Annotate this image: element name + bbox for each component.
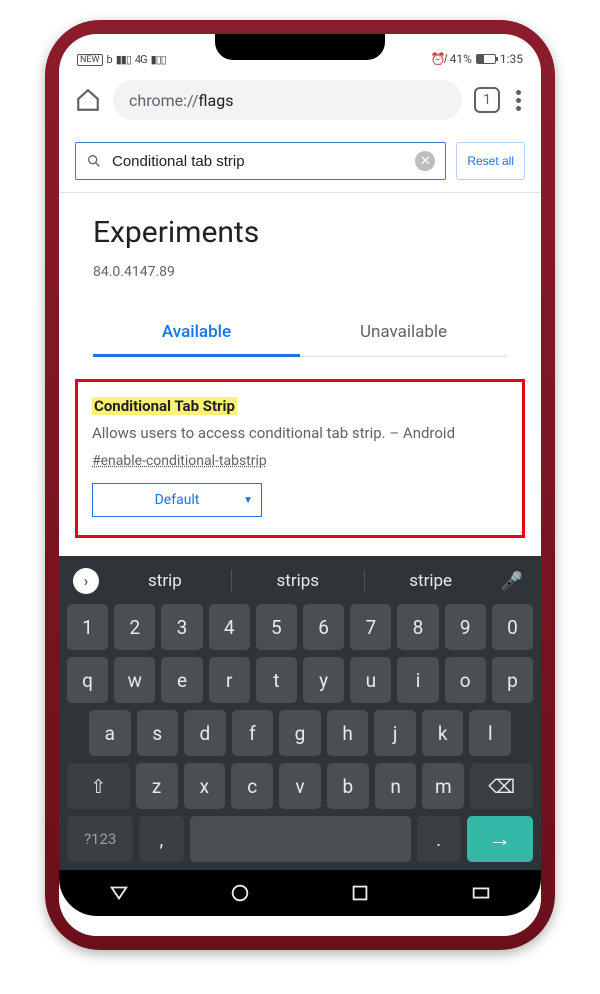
- key-h[interactable]: h: [327, 710, 369, 756]
- key-b[interactable]: b: [327, 763, 369, 809]
- nav-home-icon[interactable]: [229, 882, 251, 904]
- key-a[interactable]: a: [89, 710, 131, 756]
- kb-row-qwerty2: a s d f g h j k l: [65, 710, 535, 756]
- key-9[interactable]: 9: [445, 604, 486, 650]
- key-d[interactable]: d: [184, 710, 226, 756]
- kb-row-numbers: 1 2 3 4 5 6 7 8 9 0: [65, 604, 535, 650]
- overflow-menu-icon[interactable]: [512, 90, 525, 111]
- suggestion-1[interactable]: strip: [103, 571, 227, 591]
- flag-description: Allows users to access conditional tab s…: [92, 423, 508, 443]
- kb-row-qwerty3: ⇧ z x c v b n m ⌫: [65, 763, 535, 809]
- signal-icon-2: ▮▯▯: [151, 53, 166, 66]
- key-6[interactable]: 6: [303, 604, 344, 650]
- key-8[interactable]: 8: [397, 604, 438, 650]
- key-q[interactable]: q: [67, 657, 108, 703]
- key-f[interactable]: f: [232, 710, 274, 756]
- battery-percentage: 41%: [450, 52, 472, 66]
- expand-suggestions-icon[interactable]: ›: [73, 568, 99, 594]
- key-4[interactable]: 4: [209, 604, 250, 650]
- key-w[interactable]: w: [114, 657, 155, 703]
- url-path: flags: [198, 91, 233, 110]
- key-0[interactable]: 0: [492, 604, 533, 650]
- key-g[interactable]: g: [279, 710, 321, 756]
- nav-back-icon[interactable]: [108, 882, 130, 904]
- battery-icon: [476, 54, 496, 64]
- search-icon: [86, 153, 102, 169]
- key-3[interactable]: 3: [161, 604, 202, 650]
- carrier-badge: NEW: [77, 54, 103, 66]
- suggestion-3[interactable]: stripe: [369, 571, 493, 591]
- key-5[interactable]: 5: [256, 604, 297, 650]
- nav-recents-icon[interactable]: [349, 882, 371, 904]
- key-y[interactable]: y: [303, 657, 344, 703]
- key-u[interactable]: u: [350, 657, 391, 703]
- tab-unavailable[interactable]: Unavailable: [300, 310, 507, 356]
- android-navbar: [59, 870, 541, 916]
- network-type: 4G: [135, 53, 147, 66]
- key-p[interactable]: p: [492, 657, 533, 703]
- key-enter[interactable]: →: [467, 816, 533, 862]
- clear-search-icon[interactable]: ✕: [415, 151, 435, 171]
- key-m[interactable]: m: [422, 763, 464, 809]
- key-r[interactable]: r: [209, 657, 250, 703]
- key-2[interactable]: 2: [114, 604, 155, 650]
- key-x[interactable]: x: [184, 763, 226, 809]
- experiment-tabs: Available Unavailable: [93, 310, 507, 357]
- key-n[interactable]: n: [375, 763, 417, 809]
- page-title: Experiments: [93, 215, 507, 250]
- flags-search-input[interactable]: [110, 152, 407, 171]
- data-indicator: b: [107, 53, 112, 66]
- signal-icon: ▮▮▯: [116, 53, 131, 66]
- key-shift[interactable]: ⇧: [67, 763, 130, 809]
- home-icon[interactable]: [75, 87, 101, 113]
- kb-row-qwerty1: q w e r t y u i o p: [65, 657, 535, 703]
- flag-result-card: Conditional Tab Strip Allows users to ac…: [75, 379, 525, 538]
- tab-switcher[interactable]: 1: [474, 87, 500, 113]
- key-z[interactable]: z: [136, 763, 178, 809]
- key-t[interactable]: t: [256, 657, 297, 703]
- key-l[interactable]: l: [469, 710, 511, 756]
- tab-available[interactable]: Available: [93, 310, 300, 357]
- nav-keyboard-icon[interactable]: [470, 882, 492, 904]
- url-prefix: chrome://: [129, 91, 198, 110]
- key-s[interactable]: s: [137, 710, 179, 756]
- key-j[interactable]: j: [374, 710, 416, 756]
- flag-title: Conditional Tab Strip: [92, 397, 237, 415]
- key-c[interactable]: c: [231, 763, 273, 809]
- browser-toolbar: chrome://flags 1: [59, 68, 541, 128]
- flags-search-box[interactable]: ✕: [75, 142, 446, 180]
- address-bar[interactable]: chrome://flags: [113, 80, 462, 120]
- key-o[interactable]: o: [445, 657, 486, 703]
- kb-row-bottom: ?123 , . →: [65, 816, 535, 862]
- key-symbols[interactable]: ?123: [67, 816, 133, 862]
- key-period[interactable]: .: [417, 816, 461, 862]
- flag-id: #enable-conditional-tabstrip: [92, 453, 508, 469]
- soft-keyboard: › strip strips stripe 🎤 1 2 3 4 5 6: [59, 556, 541, 870]
- mic-icon[interactable]: 🎤: [497, 571, 527, 592]
- key-v[interactable]: v: [279, 763, 321, 809]
- clock: 1:35: [500, 52, 523, 66]
- key-e[interactable]: e: [161, 657, 202, 703]
- key-backspace[interactable]: ⌫: [470, 763, 533, 809]
- key-7[interactable]: 7: [350, 604, 391, 650]
- key-1[interactable]: 1: [67, 604, 108, 650]
- key-i[interactable]: i: [397, 657, 438, 703]
- suggestion-2[interactable]: strips: [236, 571, 360, 591]
- alarm-off-icon: ⏰̸: [431, 52, 446, 66]
- chrome-version: 84.0.4147.89: [93, 264, 507, 280]
- flag-state-select[interactable]: Default: [92, 483, 262, 517]
- key-k[interactable]: k: [422, 710, 464, 756]
- reset-all-button[interactable]: Reset all: [456, 142, 525, 180]
- key-comma[interactable]: ,: [139, 816, 183, 862]
- key-space[interactable]: [190, 816, 411, 862]
